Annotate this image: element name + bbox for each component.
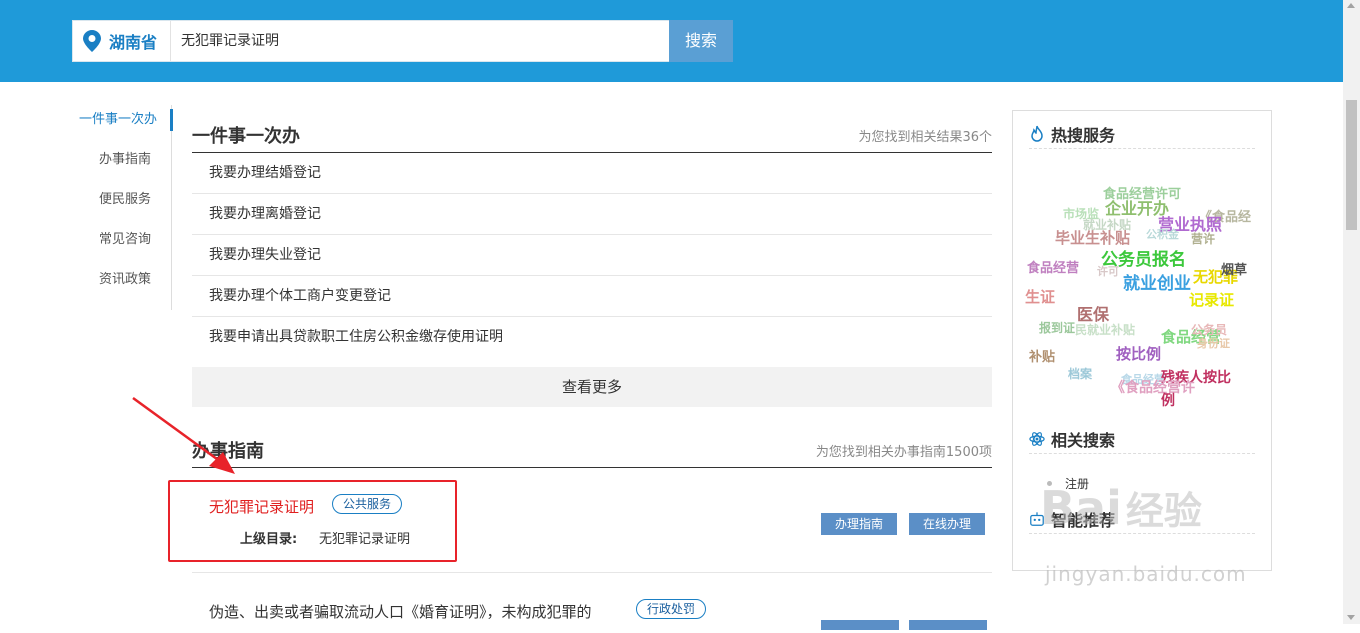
cloud-word[interactable]: 记录证 [1189, 289, 1234, 310]
hot-search-title: 热搜服务 [1051, 125, 1116, 145]
cloud-word[interactable]: 就业创业 [1123, 269, 1191, 294]
nav-item-faq[interactable]: 常见咨询 [60, 225, 171, 265]
related-search-header: 相关搜索 [1029, 424, 1255, 454]
search-input[interactable] [181, 21, 661, 61]
atom-icon [1029, 431, 1045, 446]
smart-recommend-title: 智能推荐 [1051, 510, 1116, 530]
annotation-highlight-box [168, 480, 457, 562]
cloud-word[interactable]: 公积金 [1146, 226, 1179, 242]
cloud-word[interactable]: 补贴 [1029, 346, 1055, 365]
scroll-down-icon[interactable] [1347, 615, 1355, 620]
location-selector[interactable]: 湖南省 [73, 21, 171, 61]
result-title-link[interactable]: 伪造、出卖或者骗取流动人口《婚育证明》，未构成犯罪的 [209, 601, 592, 622]
cloud-word[interactable]: 民就业补贴 [1075, 321, 1135, 338]
tag-cloud: 食品经营许可 企业开办 《食品经 市场监 就业补贴 营业执照 毕业生补贴 公积金… [1013, 171, 1271, 411]
bullet-icon [1047, 481, 1052, 486]
category-tag: 行政处罚 [636, 599, 707, 619]
cloud-word[interactable]: 生证 [1025, 286, 1055, 307]
guide-button[interactable]: 办理指南 [821, 513, 898, 535]
nav-item-guide[interactable]: 办事指南 [60, 145, 171, 185]
cloud-word[interactable]: 烟草 [1221, 259, 1247, 278]
cloud-word[interactable]: 例 [1161, 390, 1175, 410]
scroll-up-icon[interactable] [1347, 3, 1355, 8]
online-apply-button[interactable] [909, 620, 987, 630]
nav-item-news[interactable]: 资讯政策 [60, 265, 171, 305]
list-item[interactable]: 我要办理离婚登记 [192, 194, 992, 235]
right-sidebar: 热搜服务 食品经营许可 企业开办 《食品经 市场监 就业补贴 营业执照 毕业生补… [1012, 110, 1272, 571]
related-search-link[interactable]: 注册 [1065, 475, 1089, 492]
section-header: 办事指南 为您找到相关办事指南1500项 [192, 425, 992, 468]
annotation-arrow-icon [132, 396, 235, 474]
cloud-word[interactable]: 身份证 [1197, 335, 1230, 351]
search-box: 湖南省 搜索 [72, 20, 733, 62]
left-nav: 一件事一次办 办事指南 便民服务 常见咨询 资讯政策 [60, 105, 173, 310]
cloud-word[interactable]: 营许 [1191, 230, 1215, 247]
location-pin-icon [83, 30, 101, 52]
hot-search-header: 热搜服务 [1029, 119, 1255, 149]
cloud-word[interactable]: 许可 [1097, 263, 1119, 279]
result-item: 伪造、出卖或者骗取流动人口《婚育证明》，未构成犯罪的 行政处罚 [192, 573, 992, 633]
robot-icon [1030, 511, 1044, 526]
top-header: 湖南省 搜索 [0, 0, 1343, 82]
cloud-word[interactable]: 《食品经营许 [1111, 377, 1195, 397]
section-title: 一件事一次办 [192, 126, 300, 147]
scroll-thumb[interactable] [1346, 100, 1357, 230]
nav-item-one-stop[interactable]: 一件事一次办 [60, 105, 173, 145]
list-item[interactable]: 我要申请出具贷款职工住房公积金缴存使用证明 [192, 317, 992, 358]
location-label: 湖南省 [109, 33, 158, 52]
smart-recommend-header: 智能推荐 [1029, 504, 1255, 534]
flame-icon [1031, 125, 1043, 142]
page-scrollbar[interactable] [1343, 0, 1360, 624]
result-count: 为您找到相关办事指南1500项 [815, 445, 992, 460]
online-apply-button[interactable]: 在线办理 [909, 513, 986, 535]
section-header: 一件事一次办 为您找到相关结果36个 [192, 110, 992, 153]
search-button[interactable]: 搜索 [669, 20, 733, 62]
list-item[interactable]: 我要办理结婚登记 [192, 153, 992, 194]
related-search-title: 相关搜索 [1051, 430, 1116, 450]
cloud-word[interactable]: 按比例 [1116, 343, 1161, 364]
result-count: 为您找到相关结果36个 [858, 130, 992, 145]
view-more-button[interactable]: 查看更多 [192, 367, 992, 407]
cloud-word[interactable]: 档案 [1068, 365, 1092, 382]
cloud-word[interactable]: 报到证 [1039, 319, 1075, 336]
list-item[interactable]: 我要办理个体工商户变更登记 [192, 276, 992, 317]
guide-button[interactable] [821, 620, 899, 630]
cloud-word[interactable]: 食品经营 [1027, 257, 1079, 276]
nav-item-services[interactable]: 便民服务 [60, 185, 171, 225]
list-item[interactable]: 我要办理失业登记 [192, 235, 992, 276]
